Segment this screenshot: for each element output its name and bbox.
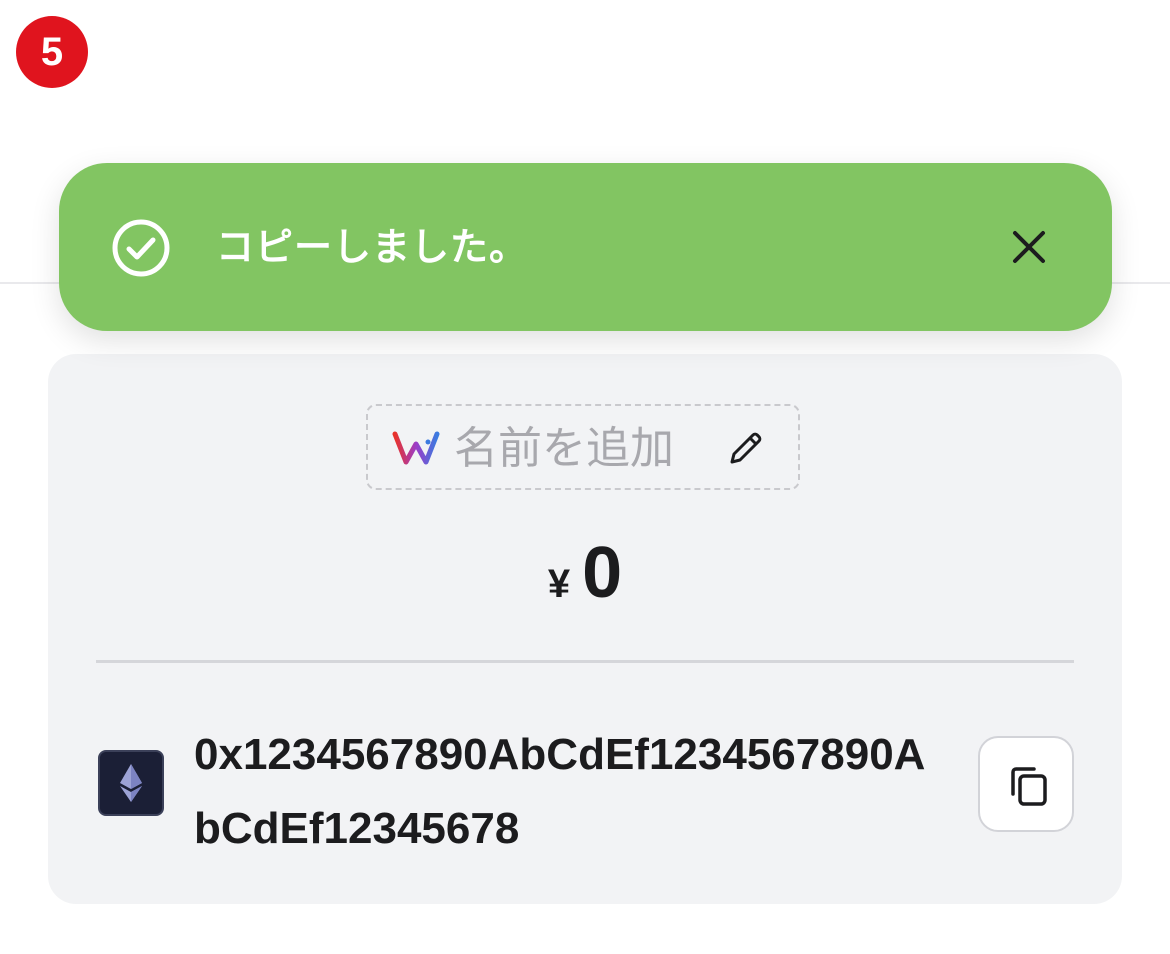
copied-toast: コピーしました。 (59, 163, 1112, 331)
wallet-address: 0x1234567890AbCdEf1234567890AbCdEf123456… (194, 730, 926, 853)
wallet-card: 名前を追加 ¥0 0x1234567890AbCdEf1234567890AbC… (48, 354, 1122, 904)
toast-message: コピーしました。 (216, 225, 529, 269)
card-divider (96, 660, 1074, 663)
balance-amount: 0 (582, 533, 623, 613)
check-circle-icon (112, 219, 170, 277)
close-icon[interactable] (1009, 227, 1049, 267)
copy-address-button[interactable] (978, 736, 1074, 832)
add-name-button[interactable]: 名前を追加 (366, 404, 800, 490)
wallet-logo (392, 431, 440, 465)
balance: ¥0 (48, 532, 1122, 614)
pencil-icon (730, 432, 762, 464)
currency-symbol: ¥ (547, 562, 571, 606)
step-badge: 5 (16, 16, 88, 88)
ethereum-icon (98, 750, 164, 816)
name-placeholder: 名前を追加 (454, 423, 674, 474)
copy-icon (1011, 767, 1047, 806)
